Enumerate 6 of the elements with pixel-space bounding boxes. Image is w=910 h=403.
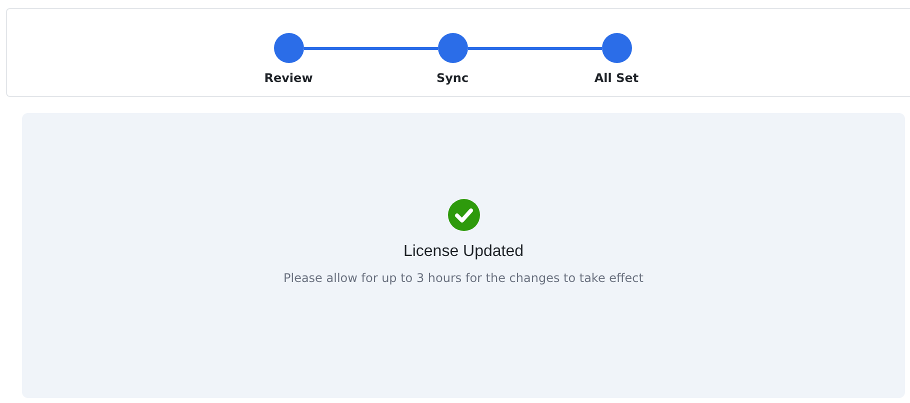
result-message: Please allow for up to 3 hours for the changes to take effect bbox=[284, 271, 644, 285]
result-title: License Updated bbox=[403, 243, 524, 261]
check-circle-icon bbox=[448, 199, 480, 231]
step-label: Review bbox=[264, 71, 313, 85]
step-label: All Set bbox=[594, 71, 639, 85]
step-label: Sync bbox=[436, 71, 469, 85]
